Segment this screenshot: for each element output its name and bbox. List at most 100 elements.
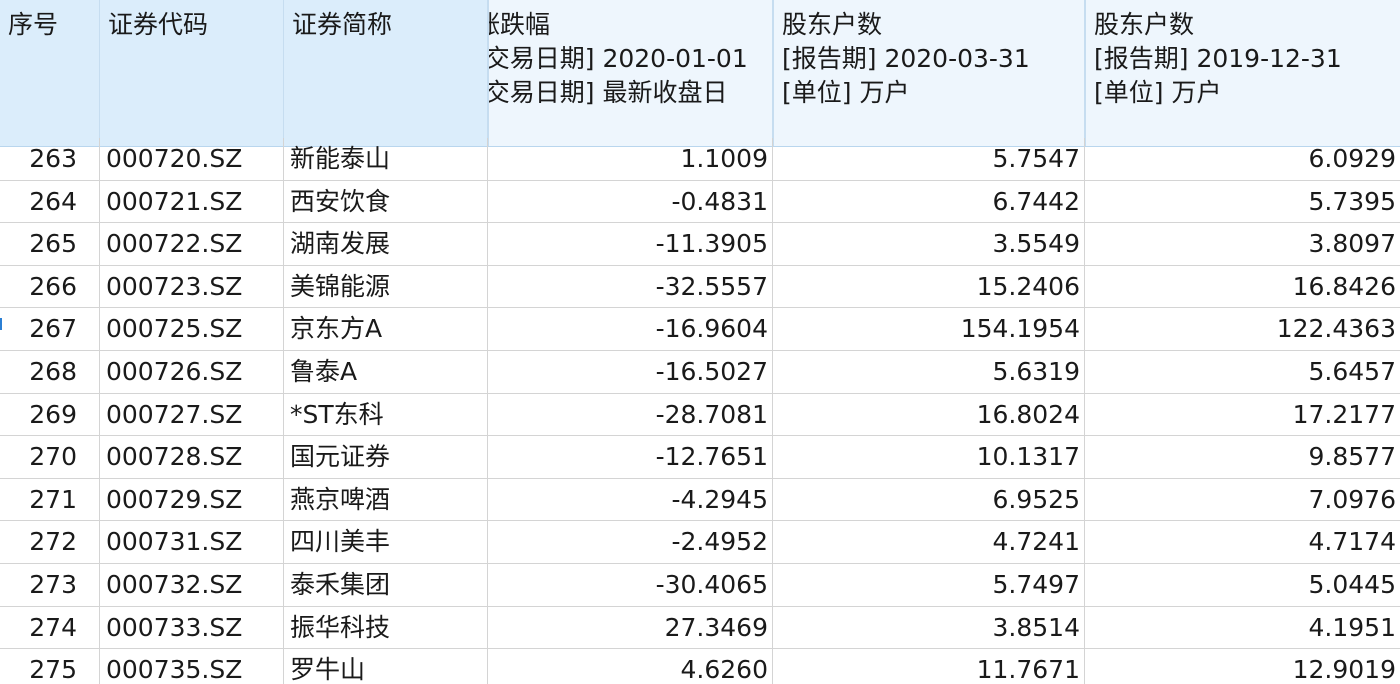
cell-holders-2019q4: 16.8426 (1292, 271, 1396, 301)
cell-change: -30.4065 (488, 563, 773, 606)
cell-holders-2019q4: 4.7174 (1308, 527, 1396, 557)
header-holders-2019q4[interactable]: 股东户数 [报告期] 2019-12-31 [单位] 万户 (1085, 0, 1400, 146)
cell-code: 000726.SZ (100, 350, 284, 393)
table-row[interactable]: 263 000720.SZ 新能泰山 1.1009 5.7547 6.0929 (0, 138, 1400, 181)
cell-name: 湖南发展 (284, 223, 488, 265)
cell-holders-2020q1: 11.7671 (773, 649, 1085, 684)
header-holders-2020q1-line3: [单位] 万户 (782, 78, 910, 107)
table-row[interactable]: 267 000725.SZ 京东方A -16.9604 154.1954 122… (0, 308, 1400, 351)
cell-change: 1.1009 (488, 138, 773, 180)
cell-name: 国元证券 (284, 436, 488, 478)
header-name-label: 证券简称 (292, 10, 393, 39)
grid-body: 263 000720.SZ 新能泰山 1.1009 5.7547 6.0929 … (0, 138, 1400, 684)
cell-code: 000729.SZ (100, 478, 284, 521)
cell-seq: 269 (0, 393, 100, 436)
cell-seq: 273 (0, 563, 100, 606)
cell-code: 000733.SZ (100, 606, 284, 649)
cell-name: 泰禾集团 (284, 563, 488, 606)
header-change-line3: [交易日期] 最新收盘日 (488, 78, 728, 107)
header-change-line2: [交易日期] 2020-01-01 (488, 44, 748, 73)
cell-name: 新能泰山 (284, 138, 488, 180)
cell-change: -2.4952 (488, 521, 773, 563)
cell-change: -16.5027 (488, 350, 773, 393)
header-holders-2019q4-line1: 股东户数 (1094, 10, 1195, 39)
table-row[interactable]: 265 000722.SZ 湖南发展 -11.3905 3.5549 3.809… (0, 223, 1400, 266)
cell-change: -4.2945 (488, 478, 773, 521)
cell-holders-2019q4: 5.7395 (1308, 186, 1396, 216)
cell-holders-2019q4: 9.8577 (1308, 442, 1396, 472)
header-holders-2019q4-line2: [报告期] 2019-12-31 (1094, 44, 1342, 73)
cell-change: -32.5557 (488, 265, 773, 308)
cell-seq: 274 (0, 606, 100, 649)
table-row[interactable]: 264 000721.SZ 西安饮食 -0.4831 6.7442 5.7395 (0, 180, 1400, 224)
cell-holders-2019q4: 17.2177 (1292, 399, 1396, 429)
cell-name: 燕京啤酒 (284, 478, 488, 521)
cell-change: -28.7081 (488, 393, 773, 436)
data-grid: 序号 证券代码 证券简称 涨跌幅 [交易日期] 2020-01-01 [交易日期… (0, 0, 1400, 684)
cell-holders-2020q1: 5.7497 (773, 563, 1085, 606)
cell-holders-2019q4: 6.0929 (1308, 144, 1396, 173)
header-holders-2019q4-line3: [单位] 万户 (1094, 78, 1222, 107)
header-code[interactable]: 证券代码 (100, 0, 284, 146)
cell-code: 000721.SZ (100, 180, 284, 223)
cell-holders-2020q1: 6.9525 (773, 478, 1085, 521)
cell-name: 四川美丰 (284, 521, 488, 563)
cell-name: 美锦能源 (284, 265, 488, 308)
table-row[interactable]: 272 000731.SZ 四川美丰 -2.4952 4.7241 4.7174 (0, 521, 1400, 564)
cell-holders-2019q4: 12.9019 (1292, 655, 1396, 684)
table-row[interactable]: 271 000729.SZ 燕京啤酒 -4.2945 6.9525 7.0976 (0, 478, 1400, 522)
cell-holders-2020q1: 3.8514 (773, 606, 1085, 649)
header-change[interactable]: 涨跌幅 [交易日期] 2020-01-01 [交易日期] 最新收盘日 (488, 0, 773, 146)
cell-name: 罗牛山 (284, 649, 488, 684)
table-row[interactable]: 273 000732.SZ 泰禾集团 -30.4065 5.7497 5.044… (0, 563, 1400, 607)
cell-code: 000727.SZ (100, 393, 284, 436)
cell-holders-2020q1: 6.7442 (773, 180, 1085, 223)
cell-holders-2020q1: 4.7241 (773, 521, 1085, 563)
cell-code: 000725.SZ (100, 308, 284, 350)
grid-header: 序号 证券代码 证券简称 涨跌幅 [交易日期] 2020-01-01 [交易日期… (0, 0, 1400, 147)
table-row[interactable]: 275 000735.SZ 罗牛山 4.6260 11.7671 12.9019 (0, 649, 1400, 684)
header-seq[interactable]: 序号 (0, 0, 100, 146)
table-row[interactable]: 268 000726.SZ 鲁泰A -16.5027 5.6319 5.6457 (0, 350, 1400, 394)
header-holders-2020q1-line2: [报告期] 2020-03-31 (782, 44, 1030, 73)
cell-holders-2020q1: 16.8024 (773, 393, 1085, 436)
cell-holders-2020q1: 15.2406 (773, 265, 1085, 308)
cell-holders-2019q4: 4.1951 (1308, 612, 1396, 642)
cell-holders-2019q4: 5.6457 (1308, 356, 1396, 386)
cell-holders-2019q4: 122.4363 (1276, 314, 1396, 344)
cell-name: 京东方A (284, 308, 488, 350)
header-seq-label: 序号 (8, 10, 59, 39)
cell-code: 000722.SZ (100, 223, 284, 265)
header-holders-2020q1-line1: 股东户数 (782, 10, 883, 39)
cell-seq: 271 (0, 478, 100, 521)
cell-seq: 264 (0, 180, 100, 223)
cell-holders-2019q4: 5.0445 (1308, 569, 1396, 599)
cell-seq: 270 (0, 436, 100, 478)
cell-name: 振华科技 (284, 606, 488, 649)
cell-holders-2019q4: 3.8097 (1308, 229, 1396, 259)
cell-holders-2020q1: 3.5549 (773, 223, 1085, 265)
cell-name: 鲁泰A (284, 350, 488, 393)
header-code-label: 证券代码 (108, 10, 209, 39)
table-row[interactable]: 269 000727.SZ *ST东科 -28.7081 16.8024 17.… (0, 393, 1400, 437)
cell-seq: 272 (0, 521, 100, 563)
table-row[interactable]: 270 000728.SZ 国元证券 -12.7651 10.1317 9.85… (0, 436, 1400, 479)
cell-holders-2019q4: 7.0976 (1308, 484, 1396, 514)
cell-code: 000732.SZ (100, 563, 284, 606)
cell-change: -12.7651 (488, 436, 773, 478)
cell-code: 000723.SZ (100, 265, 284, 308)
header-name[interactable]: 证券简称 (284, 0, 488, 146)
cell-seq: 275 (0, 649, 100, 684)
cell-seq: 266 (0, 265, 100, 308)
header-holders-2020q1[interactable]: 股东户数 [报告期] 2020-03-31 [单位] 万户 (773, 0, 1085, 146)
row-selection-marker (0, 318, 2, 330)
cell-holders-2020q1: 10.1317 (773, 436, 1085, 478)
cell-code: 000735.SZ (100, 649, 284, 684)
cell-change: -11.3905 (488, 223, 773, 265)
cell-holders-2020q1: 5.7547 (773, 138, 1085, 180)
table-row[interactable]: 266 000723.SZ 美锦能源 -32.5557 15.2406 16.8… (0, 265, 1400, 309)
cell-seq: 265 (0, 223, 100, 265)
cell-holders-2020q1: 154.1954 (773, 308, 1085, 350)
cell-name: *ST东科 (284, 393, 488, 436)
table-row[interactable]: 274 000733.SZ 振华科技 27.3469 3.8514 4.1951 (0, 606, 1400, 650)
